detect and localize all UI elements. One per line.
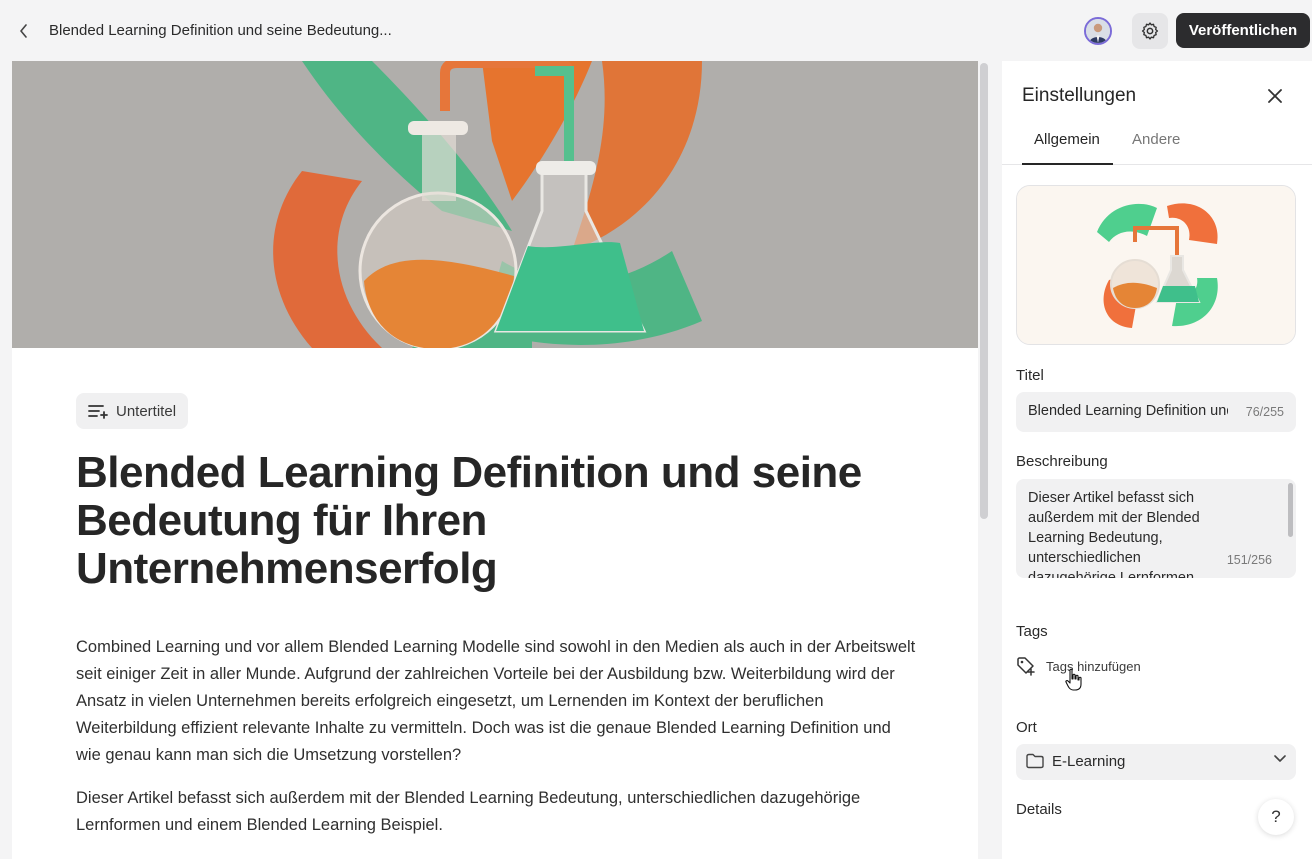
publish-button[interactable]: Veröffentlichen <box>1176 13 1310 48</box>
description-text[interactable]: Dieser Artikel befasst sich außerdem mit… <box>1028 488 1218 578</box>
close-panel-button[interactable] <box>1264 85 1286 107</box>
subtitle-label: Untertitel <box>116 402 177 420</box>
back-button[interactable] <box>14 20 34 42</box>
subtitle-add-icon <box>88 405 108 419</box>
settings-tabs: Allgemein Andere <box>1002 125 1312 165</box>
article-editor: Untertitel Blended Learning Definition u… <box>12 61 978 859</box>
tab-general[interactable]: Allgemein <box>1034 131 1100 148</box>
article-paragraph[interactable]: Dieser Artikel befasst sich außerdem mit… <box>76 785 916 839</box>
article-title[interactable]: Blended Learning Definition und seine Be… <box>76 449 916 593</box>
article-paragraph[interactable]: Combined Learning und vor allem Blended … <box>76 634 916 769</box>
settings-button[interactable] <box>1132 13 1168 49</box>
folder-icon <box>1026 753 1044 769</box>
gear-icon <box>1141 22 1159 40</box>
description-char-counter: 151/256 <box>1226 553 1272 567</box>
avatar[interactable] <box>1084 17 1112 45</box>
top-bar: Blended Learning Definition und seine Be… <box>0 0 1312 61</box>
chevron-left-icon <box>20 24 27 38</box>
document-title: Blended Learning Definition und seine Be… <box>49 22 392 39</box>
location-value: E-Learning <box>1052 753 1126 770</box>
active-tab-indicator <box>1022 163 1113 165</box>
location-select[interactable]: E-Learning <box>1016 744 1296 780</box>
description-label: Beschreibung <box>1016 453 1108 470</box>
title-char-counter: 76/255 <box>1245 405 1284 419</box>
title-input[interactable] <box>1028 403 1228 419</box>
tab-other[interactable]: Andere <box>1132 131 1180 148</box>
help-button[interactable]: ? <box>1258 799 1294 835</box>
tag-add-icon <box>1017 657 1035 676</box>
settings-panel: Einstellungen Allgemein Andere Titel 76/… <box>1002 61 1312 859</box>
panel-title: Einstellungen <box>1022 85 1137 106</box>
tags-label: Tags <box>1016 623 1048 640</box>
hero-image[interactable] <box>12 61 978 348</box>
editor-scrollbar[interactable] <box>980 63 988 519</box>
location-label: Ort <box>1016 719 1037 736</box>
details-label: Details <box>1016 801 1062 818</box>
pointer-cursor-icon <box>1065 668 1082 691</box>
add-subtitle-button[interactable]: Untertitel <box>76 393 189 429</box>
chevron-down-icon <box>1274 755 1286 762</box>
title-label: Titel <box>1016 367 1044 384</box>
close-icon <box>1268 89 1282 103</box>
add-tags-label: Tags hinzufügen <box>1046 658 1141 674</box>
description-field[interactable]: Dieser Artikel befasst sich außerdem mit… <box>1016 479 1296 578</box>
cover-thumbnail[interactable] <box>1016 185 1296 345</box>
title-field[interactable]: 76/255 <box>1016 392 1296 432</box>
description-scrollbar[interactable] <box>1288 483 1293 537</box>
